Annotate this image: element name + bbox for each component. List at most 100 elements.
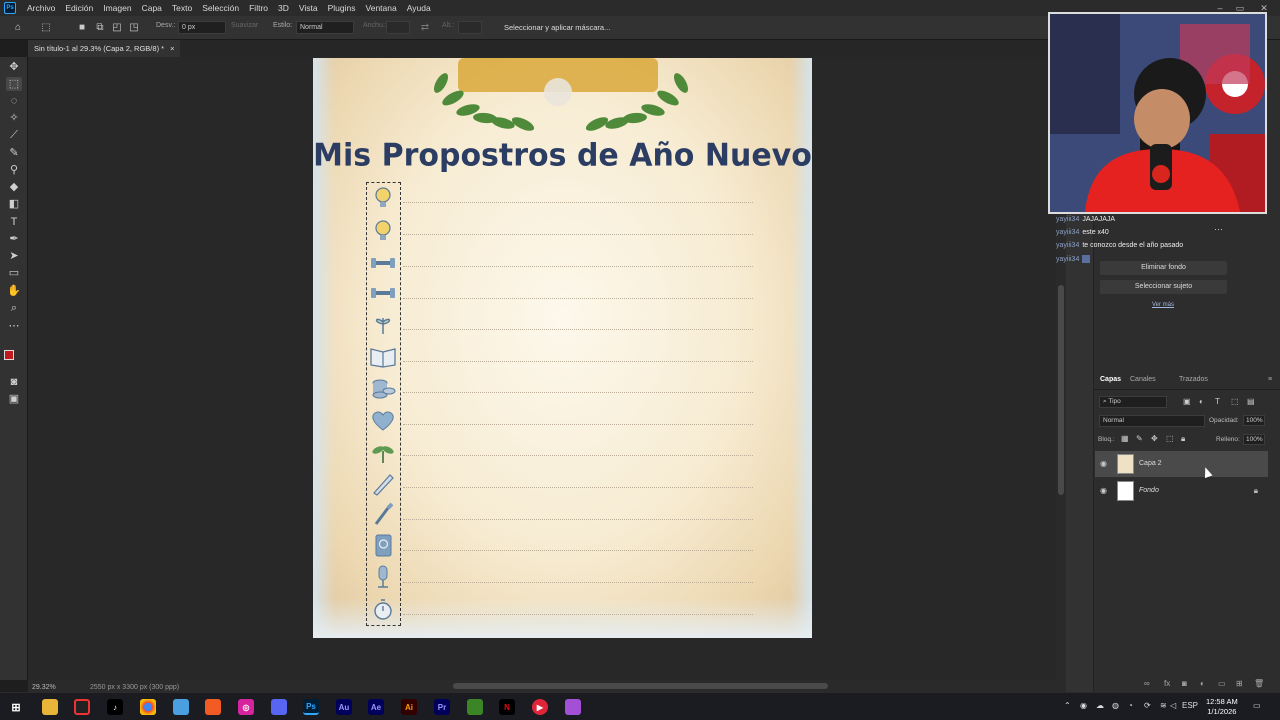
- minecraft-icon[interactable]: [467, 699, 483, 715]
- menu-ayuda[interactable]: Ayuda: [402, 3, 436, 13]
- swap-icon[interactable]: ⇄: [419, 22, 431, 34]
- close-icon[interactable]: ✕: [1254, 0, 1274, 16]
- brave-icon[interactable]: [205, 699, 221, 715]
- wifi-icon[interactable]: ≋: [1160, 701, 1167, 710]
- maximize-icon[interactable]: ▭: [1230, 0, 1250, 16]
- eyedropper-tool-icon[interactable]: ⟋: [6, 128, 22, 142]
- tray-app-icon[interactable]: ⟳: [1144, 701, 1151, 710]
- filter-pixel-icon[interactable]: ▣: [1183, 397, 1191, 406]
- chrome-icon[interactable]: [140, 699, 156, 715]
- layer-filter-select[interactable]: ⌕ Tipo: [1099, 396, 1167, 408]
- marquee-tool-preset-icon[interactable]: ⬚: [40, 22, 52, 34]
- stamp-tool-icon[interactable]: ⚲: [6, 163, 22, 177]
- after-effects-icon[interactable]: Ae: [368, 699, 384, 715]
- select-and-mask-button[interactable]: Seleccionar y aplicar máscara...: [496, 20, 618, 36]
- more-tools-icon[interactable]: ⋯: [6, 319, 22, 333]
- lock-position-icon[interactable]: ✥: [1151, 434, 1158, 443]
- zoom-level[interactable]: 29.32%: [32, 684, 56, 691]
- menu-vista[interactable]: Vista: [294, 3, 323, 13]
- antialias-checkbox[interactable]: Suavizar: [231, 22, 258, 29]
- menu-3d[interactable]: 3D: [273, 3, 294, 13]
- new-layer-icon[interactable]: ⊞: [1236, 679, 1243, 688]
- visibility-eye-icon[interactable]: ◉: [1100, 459, 1107, 468]
- eraser-tool-icon[interactable]: ◆: [6, 180, 22, 194]
- width-input[interactable]: [386, 21, 410, 34]
- zoom-tool-icon[interactable]: ⌕: [6, 301, 22, 315]
- lasso-tool-icon[interactable]: ◌: [6, 94, 22, 108]
- visibility-eye-icon[interactable]: ◉: [1100, 486, 1107, 495]
- lock-all-icon[interactable]: 🔒︎: [1181, 434, 1185, 444]
- lock-transparent-icon[interactable]: ▦: [1121, 434, 1129, 443]
- brush-tool-icon[interactable]: ✎: [6, 146, 22, 160]
- menu-capa[interactable]: Capa: [137, 3, 167, 13]
- type-tool-icon[interactable]: T: [6, 215, 22, 229]
- move-tool-icon[interactable]: ✥: [6, 60, 22, 74]
- tab-channels[interactable]: Canales: [1130, 376, 1156, 383]
- style-select[interactable]: Normal: [296, 21, 354, 34]
- subtract-selection-icon[interactable]: ◰: [111, 22, 123, 34]
- photoshop-taskbar-icon[interactable]: Ps: [303, 699, 319, 715]
- layer-row[interactable]: ◉ Capa 2: [1095, 451, 1268, 477]
- rectangular-marquee-tool-icon[interactable]: ⬚: [6, 77, 22, 91]
- audition-icon[interactable]: Au: [336, 699, 352, 715]
- menu-plugins[interactable]: Plugins: [323, 3, 361, 13]
- tray-app-icon[interactable]: ◍: [1112, 701, 1119, 710]
- hand-tool-icon[interactable]: ✋: [6, 284, 22, 298]
- tiktok-icon[interactable]: ♪: [107, 699, 123, 715]
- menu-seleccion[interactable]: Selección: [197, 3, 244, 13]
- fx-icon[interactable]: fx: [1164, 679, 1170, 688]
- menu-edicion[interactable]: Edición: [60, 3, 98, 13]
- clock[interactable]: 12:58 AM 1/1/2026: [1206, 697, 1238, 717]
- opacity-input[interactable]: 100%: [1243, 415, 1265, 426]
- instagram-icon[interactable]: ◎: [238, 699, 254, 715]
- minimize-icon[interactable]: –: [1210, 0, 1230, 16]
- close-tab-icon[interactable]: ×: [170, 44, 174, 53]
- gradient-tool-icon[interactable]: ◧: [6, 197, 22, 211]
- windows-start-icon[interactable]: ⊞: [8, 699, 24, 715]
- file-explorer-icon[interactable]: [42, 699, 58, 715]
- menu-archivo[interactable]: Archivo: [22, 3, 60, 13]
- tray-app-icon[interactable]: ◔: [1128, 701, 1133, 710]
- layer-name[interactable]: Capa 2: [1139, 460, 1162, 467]
- tab-layers[interactable]: Capas: [1100, 376, 1121, 383]
- add-selection-icon[interactable]: ⧉: [94, 22, 106, 34]
- delete-layer-icon[interactable]: 🗑︎: [1254, 679, 1264, 688]
- lock-image-icon[interactable]: ✎: [1136, 434, 1143, 443]
- pen-tool-icon[interactable]: ✒: [6, 232, 22, 246]
- filter-adjustment-icon[interactable]: ◐: [1199, 397, 1204, 406]
- filter-smart-object-icon[interactable]: ▤: [1247, 397, 1255, 406]
- see-more-link[interactable]: Ver más: [1152, 302, 1174, 308]
- rectangle-tool-icon[interactable]: ▭: [6, 266, 22, 280]
- menu-texto[interactable]: Texto: [167, 3, 197, 13]
- height-input[interactable]: [458, 21, 482, 34]
- recorder-icon[interactable]: [74, 699, 90, 715]
- illustrator-icon[interactable]: Ai: [401, 699, 417, 715]
- layer-row[interactable]: ◉ Fondo 🔒︎: [1095, 478, 1268, 504]
- new-selection-icon[interactable]: ■: [76, 22, 88, 34]
- remove-background-button[interactable]: Eliminar fondo: [1100, 261, 1227, 275]
- tray-chevron-icon[interactable]: ⌃: [1064, 701, 1071, 710]
- adjustment-layer-icon[interactable]: ◐: [1200, 679, 1205, 688]
- fill-input[interactable]: 100%: [1243, 434, 1265, 445]
- app-icon[interactable]: [173, 699, 189, 715]
- document-canvas[interactable]: Mis Propostros de Año Nuevo: [313, 58, 812, 638]
- menu-filtro[interactable]: Filtro: [244, 3, 273, 13]
- app-icon-2[interactable]: [565, 699, 581, 715]
- blend-mode-select[interactable]: Normal: [1099, 415, 1205, 427]
- magic-wand-tool-icon[interactable]: ✧: [6, 111, 22, 125]
- tray-cloud-icon[interactable]: ☁: [1096, 701, 1104, 710]
- feather-input[interactable]: 0 px: [178, 21, 226, 34]
- select-subject-button[interactable]: Seleccionar sujeto: [1100, 280, 1227, 294]
- horizontal-scrollbar[interactable]: [28, 680, 1066, 692]
- path-selection-tool-icon[interactable]: ➤: [6, 249, 22, 263]
- panel-menu-icon[interactable]: ≡: [1268, 376, 1272, 383]
- discord-icon[interactable]: [271, 699, 287, 715]
- screen-mode-icon[interactable]: ▣: [6, 392, 22, 406]
- lock-artboard-icon[interactable]: ⬚: [1166, 434, 1174, 443]
- home-icon[interactable]: ⌂: [12, 22, 24, 34]
- layer-name[interactable]: Fondo: [1139, 487, 1159, 494]
- netflix-icon[interactable]: N: [499, 699, 515, 715]
- filter-type-icon[interactable]: T: [1215, 397, 1220, 406]
- premiere-icon[interactable]: Pr: [434, 699, 450, 715]
- notifications-icon[interactable]: ▭: [1253, 701, 1261, 710]
